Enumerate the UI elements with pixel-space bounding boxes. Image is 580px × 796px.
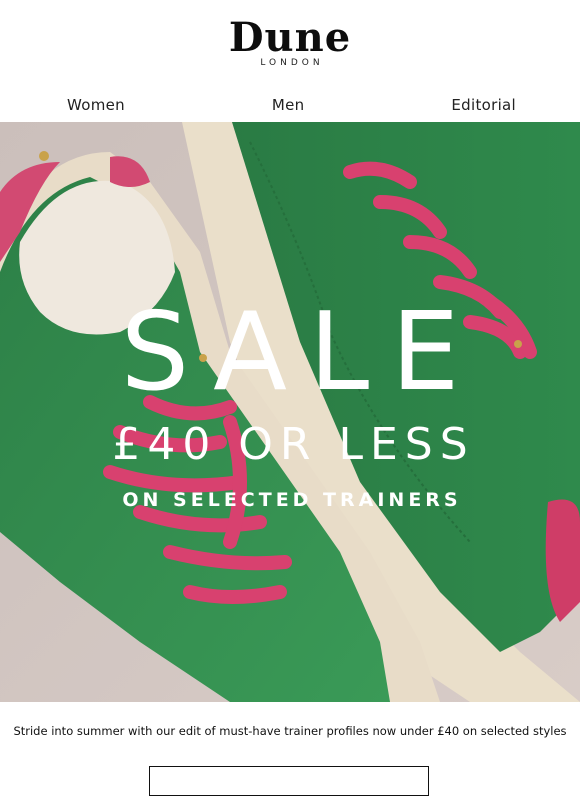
shop-button[interactable] xyxy=(149,766,429,796)
hero-price-line: £40 OR LESS xyxy=(112,419,475,470)
nav-item-men[interactable]: Men xyxy=(272,96,305,114)
hero-sub-line: ON SELECTED TRAINERS xyxy=(122,489,462,511)
brand-logo-subtitle: LONDON xyxy=(260,58,324,68)
hero-banner[interactable]: SALE £40 OR LESS ON SELECTED TRAINERS xyxy=(0,122,580,702)
nav-item-editorial[interactable]: Editorial xyxy=(451,96,516,114)
brand-logo[interactable]: Dune xyxy=(229,16,351,60)
intro-text: Stride into summer with our edit of must… xyxy=(13,724,567,738)
main-nav: Women Men Editorial xyxy=(0,88,580,121)
nav-item-women[interactable]: Women xyxy=(67,96,125,114)
email-header: Dune LONDON xyxy=(0,0,580,88)
hero-headline: SALE xyxy=(120,290,482,415)
